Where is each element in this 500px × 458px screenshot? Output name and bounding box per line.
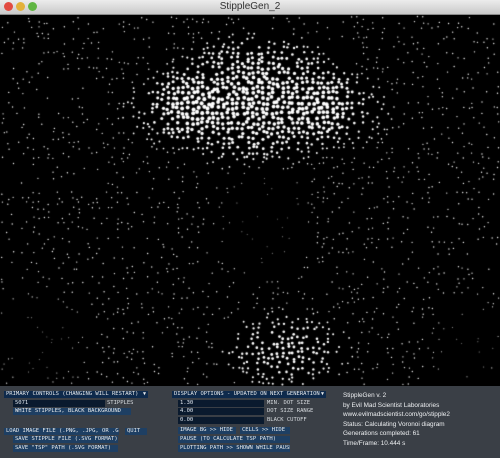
quit-button[interactable]: QUIT <box>125 428 147 435</box>
version-text: StippleGen v. 2 <box>343 392 387 399</box>
info-panel: StippleGen v. 2 by Evil Mad Scientist La… <box>343 391 498 449</box>
display-options-label: DISPLAY OPTIONS - UPDATED ON NEXT GENERA… <box>174 391 320 397</box>
app-window: StippleGen_2 PRIMARY CONTROLS (CHANGING … <box>0 0 500 458</box>
time-per-frame-text: Time/Frame: 10.444 s <box>343 439 406 447</box>
stipple-canvas <box>0 15 500 386</box>
chevron-down-icon: ▼ <box>320 391 324 397</box>
black-cutoff-input[interactable]: 0.00 <box>178 417 264 424</box>
save-tsp-path-button[interactable]: SAVE "TSP" PATH (.SVG FORMAT) <box>13 445 118 452</box>
plotting-path-button[interactable]: PLOTTING PATH >> SHOWN WHILE PAUSED <box>178 445 290 452</box>
window-title: StippleGen_2 <box>219 1 281 12</box>
primary-controls-label: PRIMARY CONTROLS (CHANGING WILL RESTART) <box>6 391 139 397</box>
load-image-button[interactable]: LOAD IMAGE FILE (.PNG, .JPG, OR .GIF) <box>4 428 119 435</box>
min-dot-size-input[interactable]: 1.30 <box>178 400 264 407</box>
display-options-dropdown[interactable]: DISPLAY OPTIONS - UPDATED ON NEXT GENERA… <box>172 391 326 398</box>
save-stipple-button[interactable]: SAVE STIPPLE FILE (.SVG FORMAT) <box>13 436 118 443</box>
stipples-input[interactable]: 5071 <box>13 400 105 407</box>
min-dot-size-label: MIN. DOT SIZE <box>267 400 311 406</box>
generations-text: Generations completed: 61 <box>343 430 420 438</box>
primary-controls-dropdown[interactable]: PRIMARY CONTROLS (CHANGING WILL RESTART)… <box>4 391 148 398</box>
status-text: Status: Calculating Voronoi diagram <box>343 420 445 428</box>
website-link[interactable]: www.evilmadscientist.com/go/stipple2 <box>343 410 498 420</box>
image-bg-toggle-button[interactable]: IMAGE BG >> HIDE <box>178 427 236 434</box>
stipples-label: STIPPLES <box>107 400 134 406</box>
pause-button[interactable]: PAUSE (TO CALCULATE TSP PATH) <box>178 436 290 443</box>
white-stipples-button[interactable]: WHITE STIPPLES, BLACK BACKGROUND <box>13 408 131 415</box>
cells-toggle-button[interactable]: CELLS >> HIDE <box>240 427 290 434</box>
chevron-down-icon: ▼ <box>142 391 146 397</box>
black-cutoff-label: BLACK CUTOFF <box>267 417 307 423</box>
title-bar: StippleGen_2 <box>0 0 500 15</box>
dot-size-range-input[interactable]: 4.00 <box>178 408 264 415</box>
byline-text: by Evil Mad Scientist Laboratories <box>343 401 440 409</box>
dot-size-range-label: DOT SIZE RANGE <box>267 408 314 414</box>
